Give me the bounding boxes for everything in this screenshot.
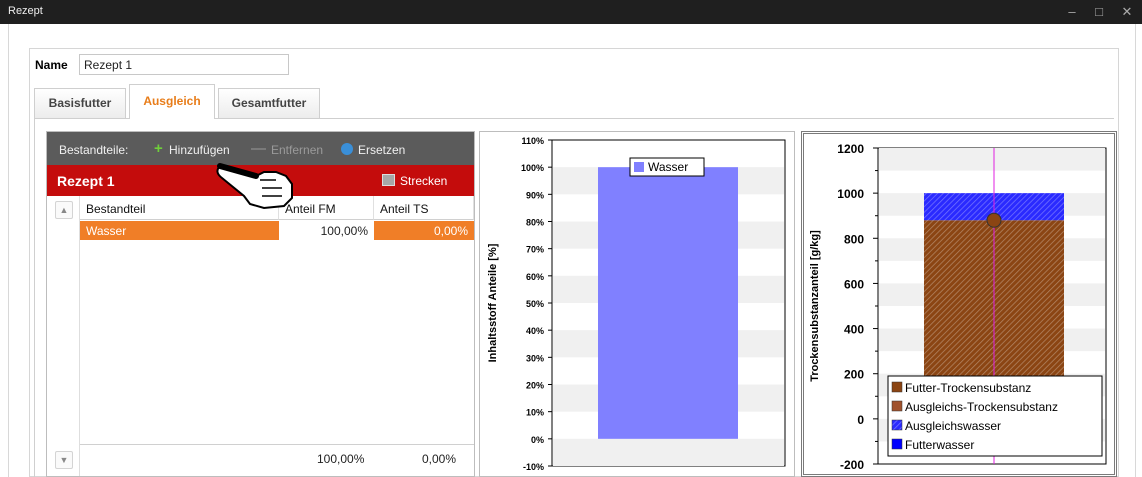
legend-swatch-3 bbox=[891, 438, 903, 450]
column-header-anteil-ts[interactable]: Anteil TS bbox=[374, 196, 474, 220]
y-tick-label: 80% bbox=[526, 218, 544, 228]
name-input[interactable]: Rezept 1 bbox=[79, 54, 289, 75]
maximize-icon[interactable]: □ bbox=[1090, 3, 1108, 21]
y-tick-label: 60% bbox=[526, 272, 544, 282]
y-tick-label: 40% bbox=[526, 326, 544, 336]
y-tick-label: 0% bbox=[531, 435, 544, 445]
nutrient-chart-frame: -10% 0% 10% 20% 30% 40% 50% 60% 70% 80% 90% 100% 110… bbox=[479, 131, 795, 477]
y-tick-label: 30% bbox=[526, 353, 544, 363]
total-fm: 100,00% bbox=[317, 452, 365, 466]
stretch-icon bbox=[382, 174, 395, 186]
y-tick-label: 600 bbox=[844, 277, 864, 291]
y-tick-label: 400 bbox=[844, 323, 864, 337]
replace-button[interactable]: Ersetzen bbox=[358, 143, 405, 157]
legend-label-0: Futter-Trockensubstanz bbox=[905, 381, 1031, 395]
legend-swatch-1 bbox=[891, 400, 903, 412]
stretch-button[interactable]: Strecken bbox=[400, 174, 447, 188]
y-tick-label: 800 bbox=[844, 232, 864, 246]
minimize-icon[interactable]: – bbox=[1063, 3, 1081, 21]
y-axis-label: Inhaltsstoff Anteile [%] bbox=[487, 243, 499, 362]
toolbar-label: Bestandteile: bbox=[59, 143, 129, 157]
scroll-up-icon[interactable]: ▲ bbox=[55, 201, 73, 219]
window-title: Rezept bbox=[8, 5, 43, 17]
name-label: Name bbox=[35, 58, 68, 72]
tab-basisfutter[interactable]: Basisfutter bbox=[34, 88, 126, 118]
replace-icon bbox=[341, 143, 353, 155]
plus-icon: + bbox=[154, 140, 163, 157]
y-tick-label: 90% bbox=[526, 190, 544, 200]
legend-label-3: Futterwasser bbox=[905, 438, 974, 452]
legend-label-2: Ausgleichswasser bbox=[905, 419, 1001, 433]
y-tick-label: 10% bbox=[526, 408, 544, 418]
recipe-title: Rezept 1 bbox=[57, 173, 115, 189]
dry-matter-chart-frame: -200 0 200 400 600 800 1000 1200 Trockensubstanz… bbox=[801, 131, 1117, 477]
grid-band bbox=[553, 438, 784, 466]
hand-cursor-icon bbox=[216, 163, 293, 210]
y-tick-label: 200 bbox=[844, 368, 864, 382]
remove-button[interactable]: Entfernen bbox=[271, 143, 323, 157]
y-tick-label: 110% bbox=[521, 136, 544, 146]
add-button[interactable]: Hinzufügen bbox=[169, 143, 230, 157]
legend-label-1: Ausgleichs-Trockensubstanz bbox=[905, 400, 1058, 414]
y-tick-label: 1200 bbox=[837, 142, 864, 156]
y-tick-label: 0 bbox=[857, 413, 864, 427]
dry-matter-chart: -200 0 200 400 600 800 1000 1200 Trockensubstanz… bbox=[809, 142, 1107, 472]
close-icon[interactable]: ✕ bbox=[1118, 3, 1136, 21]
table-row-fm[interactable]: 100,00% bbox=[279, 221, 374, 240]
window-titlebar: Rezept – □ ✕ bbox=[0, 0, 1142, 24]
nutrient-share-chart: -10% 0% 10% 20% 30% 40% 50% 60% 70% 80% 90% 100% 110… bbox=[487, 136, 786, 472]
y-tick-label: 50% bbox=[526, 299, 544, 309]
minus-icon: — bbox=[251, 140, 266, 157]
legend-swatch-0 bbox=[891, 381, 903, 393]
tab-gesamtfutter[interactable]: Gesamtfutter bbox=[218, 88, 320, 118]
table-footer bbox=[80, 444, 474, 476]
table-row-name[interactable]: Wasser bbox=[80, 221, 279, 240]
marker-point bbox=[986, 212, 1002, 228]
legend-swatch-2 bbox=[891, 419, 903, 431]
total-ts: 0,00% bbox=[422, 452, 457, 466]
legend-swatch bbox=[634, 162, 644, 172]
table-row-ts[interactable]: 0,00% bbox=[374, 221, 474, 240]
grid-band bbox=[879, 148, 1105, 171]
tab-ausgleich[interactable]: Ausgleich bbox=[129, 84, 215, 119]
y-tick-label: -10% bbox=[523, 462, 544, 472]
legend-label: Wasser bbox=[648, 160, 688, 174]
y-tick-label: 1000 bbox=[837, 187, 864, 201]
y-axis-label: Trockensubstanzanteil [g/kg] bbox=[809, 230, 821, 382]
row-indicator-column: ▲ ▼ bbox=[47, 196, 80, 476]
y-tick-label: 100% bbox=[521, 163, 544, 173]
y-tick-label: 20% bbox=[526, 381, 544, 391]
scroll-down-icon[interactable]: ▼ bbox=[55, 451, 73, 469]
y-tick-label: 70% bbox=[526, 245, 544, 255]
y-tick-label: -200 bbox=[840, 458, 864, 472]
bar-wasser bbox=[598, 167, 738, 439]
